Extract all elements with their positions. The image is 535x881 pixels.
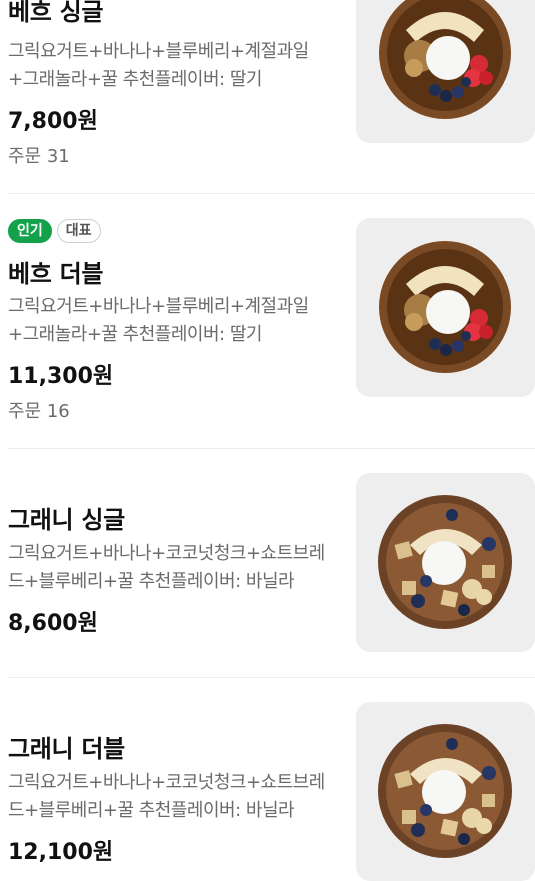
order-count: 16 — [46, 401, 70, 422]
menu-item-name: 베흐 싱글 — [8, 0, 104, 26]
menu-item-order-count: 주문 16 — [8, 397, 70, 423]
order-count: 31 — [46, 146, 70, 167]
menu-item-granny-double[interactable]: 그래니 더블 그릭요거트+바나나+코코넛청크+쇼트브레드+블루베리+꿀 추천플레… — [0, 678, 535, 881]
menu-item-name: 그래니 싱글 — [8, 506, 125, 534]
menu-item-description: 그릭요거트+바나나+블루베리+계절과일+그래놀라+꿀 추천플레이버: 딸기 — [8, 296, 309, 345]
order-label: 주문 — [8, 401, 42, 422]
menu-list: 베흐 싱글 그릭요거트+바나나+블루베리+계절과일+그래놀라+꿀 추천플레이버:… — [0, 0, 535, 881]
signature-badge: 대표 — [56, 219, 101, 243]
menu-item-be-double[interactable]: 인기 대표 베흐 더블 그릭요거트+바나나+블루베리+계절과일+그래놀라+꿀 추… — [0, 194, 535, 449]
menu-item-image — [356, 473, 535, 652]
granny-bowl-photo-icon — [378, 495, 512, 629]
menu-item-name: 베흐 더블 — [8, 260, 104, 288]
order-label: 주문 — [8, 146, 42, 167]
menu-item-description: 그릭요거트+바나나+코코넛청크+쇼트브레드+블루베리+꿀 추천플레이버: 바닐라 — [8, 772, 325, 821]
menu-item-name: 그래니 더블 — [8, 735, 125, 763]
menu-item-price: 11,300원 — [8, 364, 114, 389]
menu-item-description: 그릭요거트+바나나+블루베리+계절과일+그래놀라+꿀 추천플레이버: 딸기 — [8, 41, 309, 90]
popular-badge: 인기 — [8, 219, 52, 243]
granny-bowl-photo-icon — [378, 724, 512, 858]
menu-item-granny-single[interactable]: 그래니 싱글 그릭요거트+바나나+코코넛청크+쇼트브레드+블루베리+꿀 추천플레… — [0, 449, 535, 678]
menu-item-image — [356, 702, 535, 881]
menu-item-price: 8,600원 — [8, 611, 98, 636]
menu-item-image — [356, 218, 535, 397]
menu-item-order-count: 주문 31 — [8, 142, 70, 168]
menu-item-image — [356, 0, 535, 143]
menu-item-price: 7,800원 — [8, 109, 98, 134]
menu-item-price: 12,100원 — [8, 840, 114, 865]
badge-group: 인기 대표 — [8, 219, 101, 243]
berry-bowl-photo-icon — [379, 0, 511, 119]
menu-item-description: 그릭요거트+바나나+코코넛청크+쇼트브레드+블루베리+꿀 추천플레이버: 바닐라 — [8, 543, 325, 592]
berry-bowl-photo-icon — [379, 241, 511, 373]
menu-item-be-single[interactable]: 베흐 싱글 그릭요거트+바나나+블루베리+계절과일+그래놀라+꿀 추천플레이버:… — [0, 0, 535, 194]
